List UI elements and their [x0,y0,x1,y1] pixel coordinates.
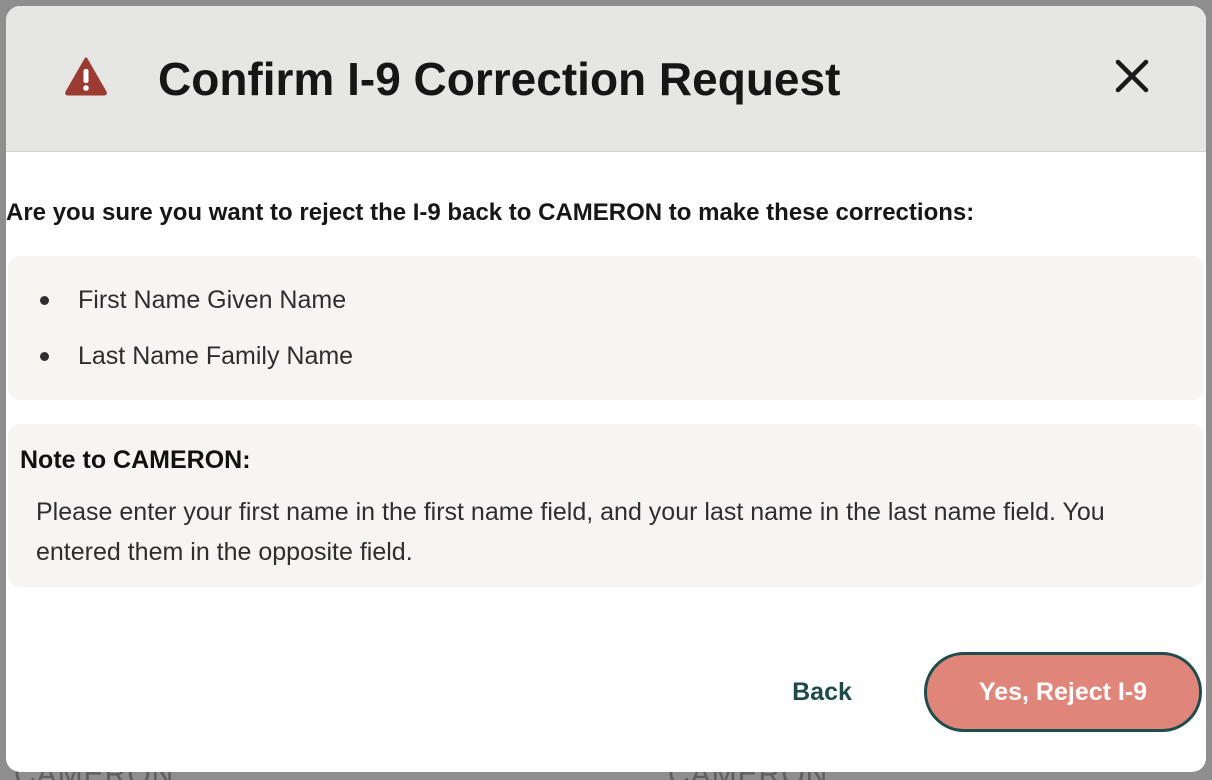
corrections-list: First Name Given Name Last Name Family N… [8,282,1204,394]
note-heading: Note to CAMERON: [20,446,251,474]
dialog-title: Confirm I-9 Correction Request [158,53,841,105]
note-panel: Note to CAMERON: Please enter your first… [8,424,1204,587]
dialog-header: Confirm I-9 Correction Request [6,6,1206,152]
corrections-panel: First Name Given Name Last Name Family N… [8,256,1204,400]
correction-label: Last Name Family Name [78,342,354,370]
note-body: Please enter your first name in the firs… [36,498,1105,566]
close-icon[interactable] [1110,54,1154,98]
correction-label: First Name Given Name [78,286,347,314]
list-item: Last Name Family Name [8,338,1204,394]
list-item: First Name Given Name [8,282,1204,338]
warning-triangle-icon [64,56,108,96]
correction-request-dialog: Confirm I-9 Correction Request Are you s… [6,6,1206,772]
reject-i9-button[interactable]: Yes, Reject I-9 [924,652,1202,732]
back-button[interactable]: Back [766,662,878,722]
bullet-icon [40,296,49,305]
bullet-icon [40,352,49,361]
confirmation-prompt: Are you sure you want to reject the I-9 … [6,199,975,226]
